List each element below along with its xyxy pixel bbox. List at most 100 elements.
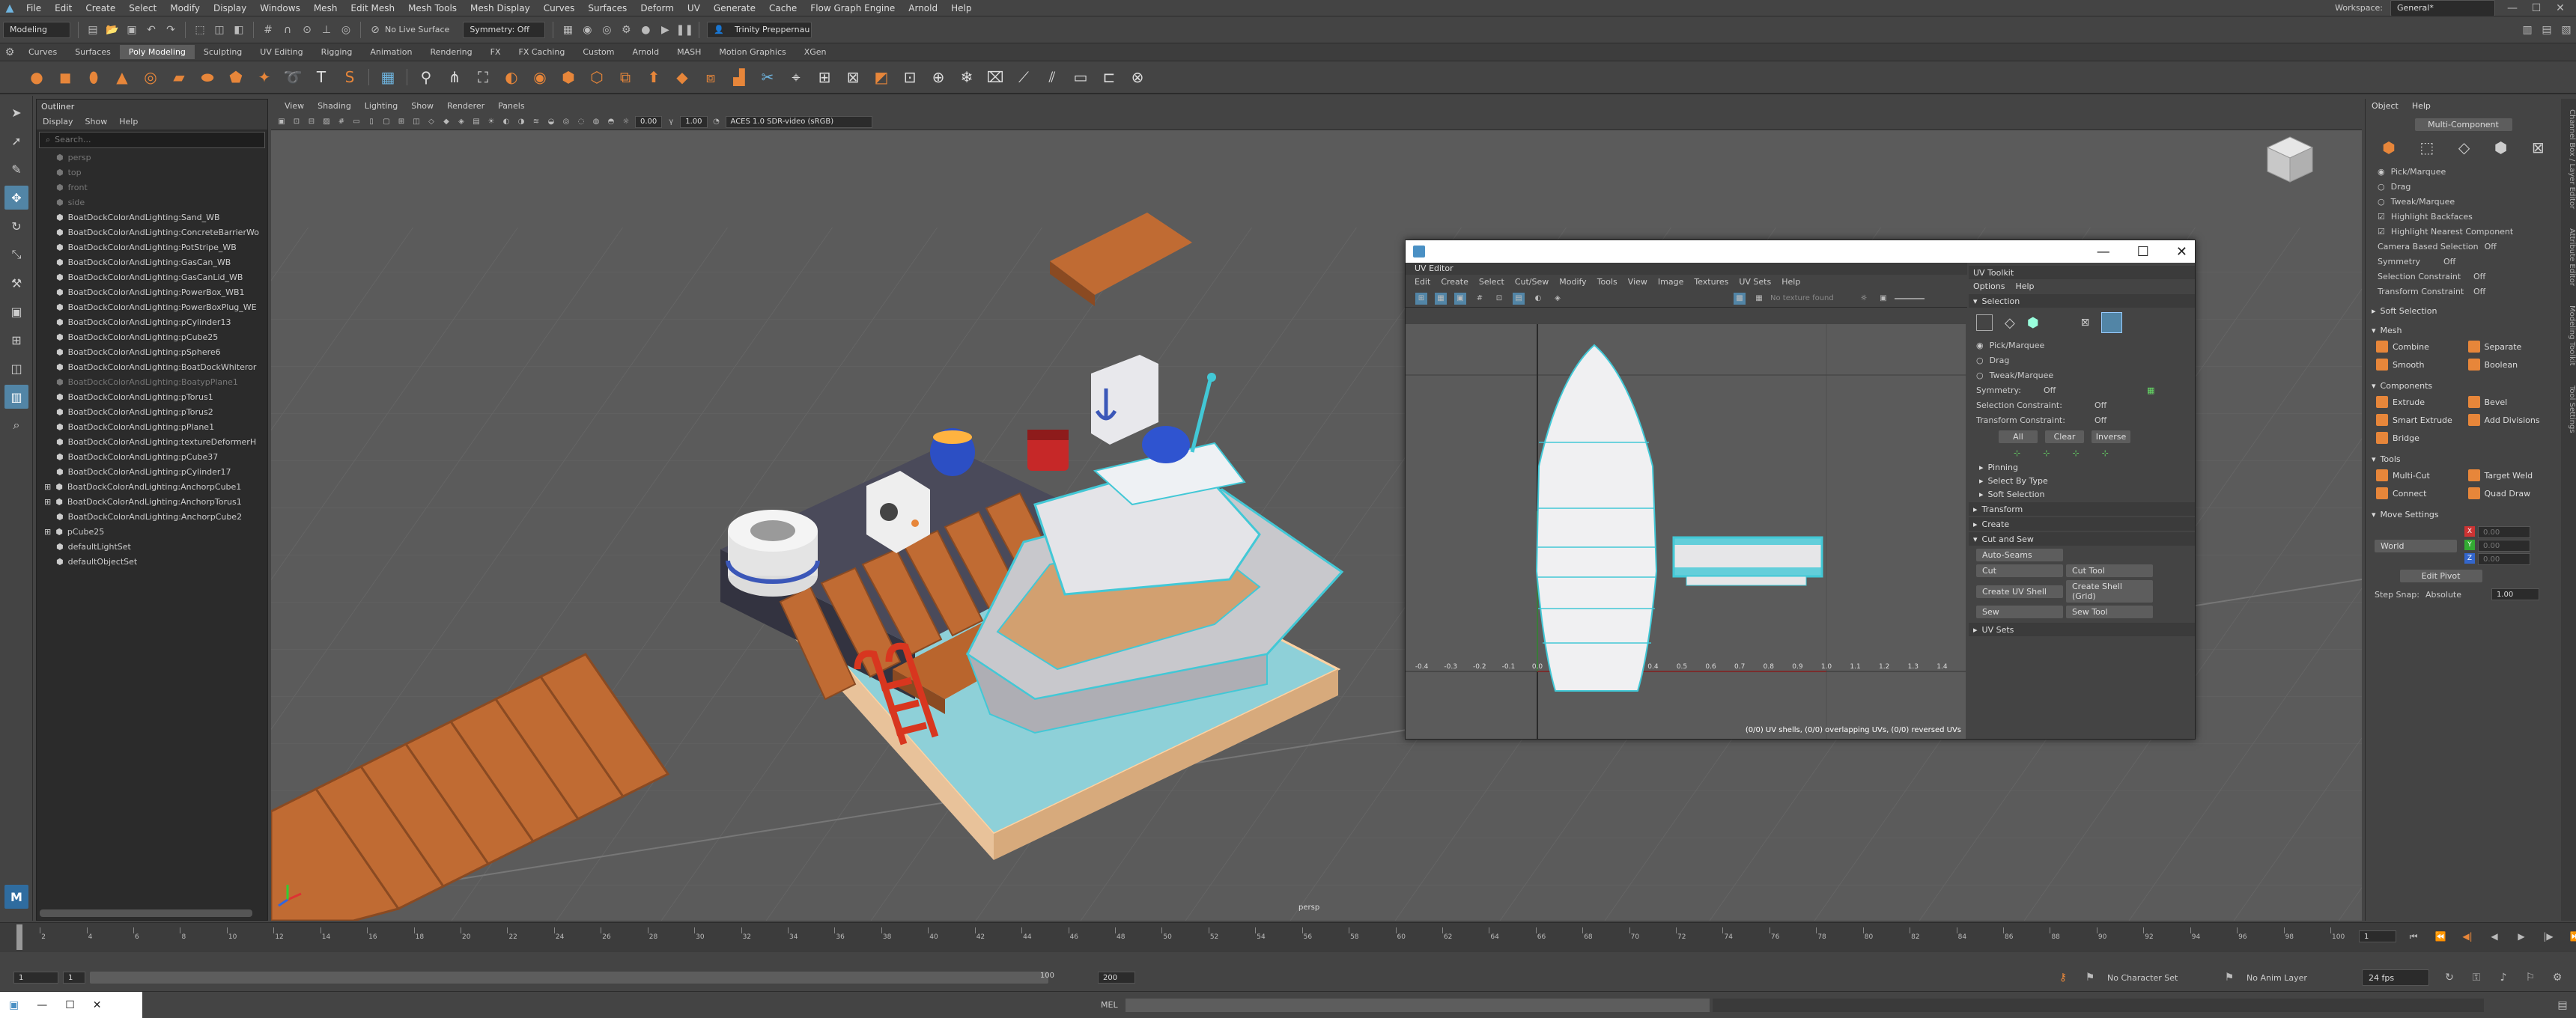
bookmark-icon[interactable]: ⚐ [2523, 970, 2538, 985]
uv-dim-icon[interactable]: ◐ [1532, 293, 1544, 305]
menu-cache[interactable]: Cache [762, 3, 804, 13]
radio-icon[interactable]: ○ [2378, 197, 2385, 207]
uvtk-section-create[interactable]: ▸ Create [1969, 517, 2195, 531]
freeze-icon[interactable]: ❄ [956, 66, 978, 88]
close-icon[interactable]: ✕ [2553, 1, 2568, 16]
create-shell-grid-button[interactable]: Create Shell (Grid) [2066, 580, 2153, 603]
move-tool-icon[interactable]: ✥ [4, 186, 28, 210]
resolution-gate-icon[interactable]: ▯ [366, 117, 377, 127]
grid-icon[interactable]: # [336, 117, 347, 127]
menu-uv[interactable]: UV [681, 3, 707, 13]
smooth-icon[interactable]: ◉ [529, 66, 551, 88]
uv-mode-icon[interactable]: ⊠ [2532, 138, 2545, 156]
outliner-layout-icon[interactable]: ▥ [4, 385, 28, 409]
x-field[interactable]: 0.00 [2478, 526, 2530, 538]
shelf-tab-fx-caching[interactable]: FX Caching [510, 45, 574, 59]
outliner-item[interactable]: ⬢ side [37, 195, 267, 210]
live-surface-icon[interactable]: ⊘ [368, 22, 383, 37]
create-uv-shell-button[interactable]: Create UV Shell [1976, 585, 2063, 598]
time-track[interactable]: 1246810121416182022242628303234363840424… [16, 923, 2345, 952]
wireframe-on-shaded-icon[interactable]: ◈ [456, 117, 467, 127]
center-pivot-icon[interactable]: ⊕ [927, 66, 950, 88]
save-scene-icon[interactable]: ▣ [124, 22, 139, 37]
uv-image-icon[interactable]: ▣ [1454, 292, 1466, 305]
separate-button[interactable]: Separate [2464, 338, 2556, 356]
viewport-menu-renderer[interactable]: Renderer [447, 101, 484, 112]
target-weld-button[interactable]: Target Weld [2464, 466, 2556, 484]
spherical-map-icon[interactable]: ⊗ [1126, 66, 1149, 88]
select-border-icon[interactable]: ▦ [377, 66, 399, 88]
script-editor-icon[interactable]: ▤ [2555, 998, 2570, 1013]
shelf-tab-rendering[interactable]: Rendering [421, 45, 481, 59]
radio-icon[interactable]: ○ [2378, 182, 2385, 192]
boolean-icon[interactable]: ⬢ [557, 66, 580, 88]
menu-mesh[interactable]: Mesh [307, 3, 344, 13]
radio-icon[interactable]: ○ [1976, 371, 1984, 380]
uv-exposure-icon[interactable]: ☼ [1858, 293, 1870, 305]
color-space-select[interactable]: ACES 1.0 SDR-video (sRGB) [725, 115, 872, 128]
cut-tool-button[interactable]: Cut Tool [2066, 564, 2153, 577]
uv-edge-mode-icon[interactable]: ◇ [2005, 315, 2015, 331]
step-forward-key-icon[interactable]: ⏩ [2568, 929, 2576, 944]
uv-window-titlebar[interactable]: — ☐ ✕ [1406, 240, 2195, 263]
grow-selection-icon[interactable]: ⊹ [2014, 448, 2020, 458]
shadows-icon[interactable]: ◐ [501, 117, 511, 127]
xray-joints-icon[interactable]: ◍ [591, 117, 601, 127]
sweep-mesh-icon[interactable]: ➰ [282, 66, 304, 88]
split-icon[interactable]: ◩ [870, 66, 893, 88]
mt-selection-constraint-value[interactable]: Off [2473, 272, 2485, 281]
append-icon[interactable]: ▟ [728, 66, 750, 88]
shrink-selection-icon[interactable]: ⊹ [2043, 448, 2050, 458]
panel-layout-icon[interactable]: ▥ [2520, 22, 2535, 37]
camera-based-value[interactable]: Off [2485, 242, 2497, 252]
uv-filter-icon[interactable]: ▤ [1513, 292, 1525, 305]
shelf-tab-uv-editing[interactable]: UV Editing [251, 45, 312, 59]
single-view-icon[interactable]: ▣ [4, 299, 28, 323]
world-select[interactable]: World [2375, 540, 2457, 552]
select-inverse-button[interactable]: Inverse [2092, 430, 2130, 443]
outliner-item[interactable]: ⬢ BoatDockColorAndLighting:pCube37 [37, 450, 267, 465]
outliner-item[interactable]: ⬢ BoatDockColorAndLighting:Sand_WB [37, 210, 267, 225]
image-plane-icon[interactable]: ▨ [321, 117, 332, 127]
safe-action-icon[interactable]: ◫ [411, 117, 422, 127]
outliner-item[interactable]: ⬢ top [37, 165, 267, 180]
outliner-menu-help[interactable]: Help [119, 117, 138, 127]
soft-selection-header[interactable]: ▸ Soft Selection [2366, 303, 2561, 318]
uv-menu-modify[interactable]: Modify [1559, 277, 1586, 287]
uv-menu-tools[interactable]: Tools [1597, 277, 1617, 287]
connect-icon[interactable]: ⊞ [813, 66, 836, 88]
wireframe-icon[interactable]: ◇ [426, 117, 437, 127]
separate-icon[interactable]: ⋔ [443, 66, 466, 88]
lasso-tool-icon[interactable]: ➚ [4, 129, 28, 153]
menu-mesh-display[interactable]: Mesh Display [464, 3, 537, 13]
uvtk-section-cut-and-sew[interactable]: ▾ Cut and Sew [1969, 532, 2195, 546]
auto-key-icon[interactable]: ⚷ [2056, 970, 2071, 985]
uv-maximize-icon[interactable]: ☐ [2137, 244, 2149, 260]
end-time-field[interactable]: 200 [1098, 972, 1135, 984]
uv-sets-section[interactable]: ▸ UV Sets [1969, 623, 2195, 636]
outliner-item[interactable]: ⬢ BoatDockColorAndLighting:GasCan_WB [37, 255, 267, 270]
smart-extrude-button[interactable]: Smart Extrude [2372, 411, 2464, 429]
mt-transform-constraint-value[interactable]: Off [2473, 287, 2485, 296]
loop-icon[interactable]: ↻ [2442, 970, 2457, 985]
right-tab-3[interactable]: Tool Settings [2561, 385, 2576, 433]
object-mode-icon[interactable]: ⬢ [2382, 138, 2395, 156]
outliner-item[interactable]: ⬢ BoatDockColorAndLighting:GasCanLid_WB [37, 270, 267, 285]
uv-menu-view[interactable]: View [1628, 277, 1647, 287]
planar-map-icon[interactable]: ⫽ [1041, 66, 1063, 88]
shelf-tab-motion-graphics[interactable]: Motion Graphics [710, 45, 795, 59]
outliner-item[interactable]: ⬢ BoatDockColorAndLighting:pCube25 [37, 330, 267, 345]
uv-select-icon[interactable]: ⊞ [1415, 292, 1427, 305]
z-field[interactable]: 0.00 [2478, 553, 2530, 565]
uv-menu-image[interactable]: Image [1658, 277, 1683, 287]
viewport-menu-panels[interactable]: Panels [498, 101, 524, 112]
textured-icon[interactable]: ▤ [471, 117, 482, 127]
uv-menu-edit[interactable]: Edit [1415, 277, 1430, 287]
time-slider[interactable]: 1246810121416182022242628303234363840424… [0, 922, 2576, 952]
uv-grid-icon[interactable]: # [1474, 293, 1486, 305]
snap-surface-icon[interactable]: ◎ [338, 22, 353, 37]
uv-mode-option[interactable]: ◉ Pick/Marquee [1969, 338, 2195, 353]
mode-select[interactable]: Modeling [3, 21, 70, 38]
uv-mode-option[interactable]: ○ Tweak/Marquee [1969, 368, 2195, 382]
uv-texture-select[interactable]: No texture found [1770, 294, 1853, 302]
